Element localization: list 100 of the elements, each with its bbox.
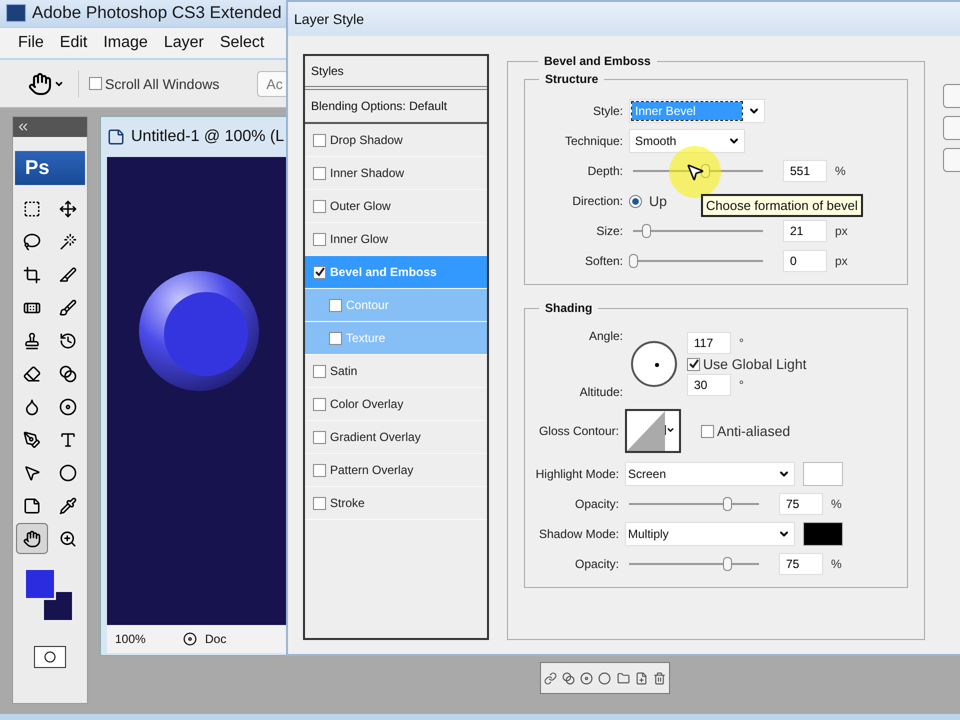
checkbox[interactable] xyxy=(313,398,326,410)
menu-item[interactable]: File xyxy=(18,34,44,52)
checkbox[interactable] xyxy=(313,200,326,212)
unit-label: ° xyxy=(739,336,744,350)
unit-label: % xyxy=(835,164,846,178)
checkbox[interactable] xyxy=(89,77,102,90)
circle-icon xyxy=(44,651,56,663)
effect-item[interactable]: Color Overlay xyxy=(305,388,487,421)
checkbox[interactable] xyxy=(329,332,342,344)
number-field[interactable]: 551 xyxy=(783,160,827,182)
bevel-tooltip: Choose formation of bevel xyxy=(701,194,863,217)
unit-label: % xyxy=(831,497,842,511)
app-icon xyxy=(6,4,26,22)
checkbox[interactable] xyxy=(313,166,326,180)
effect-item[interactable]: Satin xyxy=(305,355,487,388)
number-field[interactable]: 21 xyxy=(783,220,827,242)
link-icon[interactable] xyxy=(544,672,557,684)
field-label: Highlight Mode: xyxy=(534,467,620,481)
droplet-icon xyxy=(23,398,41,416)
number-field[interactable]: 0 xyxy=(783,250,827,272)
note-icon xyxy=(23,496,41,514)
checkbox[interactable] xyxy=(313,364,326,378)
folder-icon[interactable] xyxy=(616,672,630,684)
tool-preset-picker[interactable] xyxy=(26,70,79,98)
unit-label: px xyxy=(835,224,848,238)
effect-item[interactable]: Drop Shadow xyxy=(305,124,487,157)
effect-item[interactable]: Pattern Overlay xyxy=(305,454,487,487)
effect-item[interactable]: Gradient Overlay xyxy=(305,421,487,454)
field-label: Altitude: xyxy=(578,385,624,399)
color-swatch[interactable] xyxy=(803,462,843,486)
wand-icon xyxy=(59,232,77,250)
group-title: Shading xyxy=(544,301,594,315)
field-label: Depth: xyxy=(586,164,624,178)
number-field[interactable]: 75 xyxy=(779,493,823,515)
document-info: Doc xyxy=(205,632,226,646)
field-label: Technique: xyxy=(564,134,624,148)
menu-item[interactable]: Image xyxy=(103,34,148,52)
blending-options-item[interactable]: Blending Options: Default xyxy=(305,90,487,124)
number-field[interactable]: 30 xyxy=(687,374,731,396)
checkbox[interactable] xyxy=(313,430,326,444)
checkbox-label: Scroll All Windows xyxy=(105,76,220,92)
checkbox[interactable] xyxy=(329,298,342,312)
checkbox[interactable] xyxy=(313,496,326,510)
eraser-icon xyxy=(23,364,41,382)
dropdown[interactable]: Multiply xyxy=(625,522,795,546)
checkbox[interactable] xyxy=(313,266,326,278)
disc-icon[interactable] xyxy=(183,632,197,646)
app-logo: Ps xyxy=(15,151,85,185)
stamp-icon xyxy=(23,332,41,350)
hand-icon xyxy=(28,72,52,96)
field-label: Shadow Mode: xyxy=(538,527,620,541)
field-label: Style: xyxy=(592,104,624,118)
effect-item[interactable]: Inner Shadow xyxy=(305,157,487,190)
color-swatch[interactable] xyxy=(803,522,843,546)
field-label: Gloss Contour: xyxy=(538,424,620,438)
dropdown[interactable]: Smooth xyxy=(629,129,745,153)
pointer-icon xyxy=(23,464,41,482)
move-arrow-icon xyxy=(59,200,77,218)
slider-thumb[interactable] xyxy=(629,254,638,268)
field-label: Opacity: xyxy=(574,497,620,511)
menu-item[interactable]: Select xyxy=(220,34,264,52)
new-layer-icon[interactable] xyxy=(635,672,648,684)
dialog-title: Layer Style xyxy=(288,2,960,36)
field-label: Soften: xyxy=(584,254,624,268)
slider-thumb[interactable] xyxy=(722,497,732,511)
dropdown[interactable]: Screen xyxy=(625,462,795,486)
quick-mask-button[interactable] xyxy=(34,646,66,668)
radio-option[interactable]: Up xyxy=(629,193,667,209)
number-field[interactable]: 75 xyxy=(779,553,823,575)
disc-icon xyxy=(59,398,77,416)
menu-item[interactable]: Edit xyxy=(60,34,88,52)
panel-title: Bevel and Emboss xyxy=(543,54,652,68)
slider-thumb[interactable] xyxy=(722,557,732,571)
history-icon xyxy=(59,332,77,350)
effect-item[interactable]: Stroke xyxy=(305,487,487,520)
checkbox[interactable] xyxy=(687,358,700,370)
circle-icon xyxy=(59,464,77,482)
checkbox-label: Anti-aliased xyxy=(717,423,790,439)
trash-icon[interactable] xyxy=(653,672,666,684)
contour-picker[interactable] xyxy=(625,409,681,453)
dashed-square-icon xyxy=(23,200,41,218)
unit-label: % xyxy=(831,557,842,571)
checkbox[interactable] xyxy=(313,464,326,476)
zoom-icon xyxy=(59,530,77,548)
checkbox[interactable] xyxy=(701,424,714,438)
crop-icon xyxy=(23,266,41,284)
document-title: Untitled-1 @ 100% (L xyxy=(131,128,284,146)
type-icon xyxy=(59,430,77,448)
eyedropper-icon xyxy=(59,496,77,514)
slider-thumb[interactable] xyxy=(642,224,651,238)
checkbox[interactable] xyxy=(313,134,326,146)
styles-header[interactable]: Styles xyxy=(305,56,487,90)
effect-item[interactable]: Outer Glow xyxy=(305,190,487,223)
angle-dial[interactable] xyxy=(631,341,677,387)
menu-item[interactable]: Layer xyxy=(164,34,204,52)
number-field[interactable]: 117 xyxy=(687,332,731,354)
tool-button[interactable] xyxy=(16,523,48,554)
brush-icon xyxy=(59,298,77,316)
checkbox[interactable] xyxy=(313,232,326,246)
field-label: Angle: xyxy=(588,329,624,343)
